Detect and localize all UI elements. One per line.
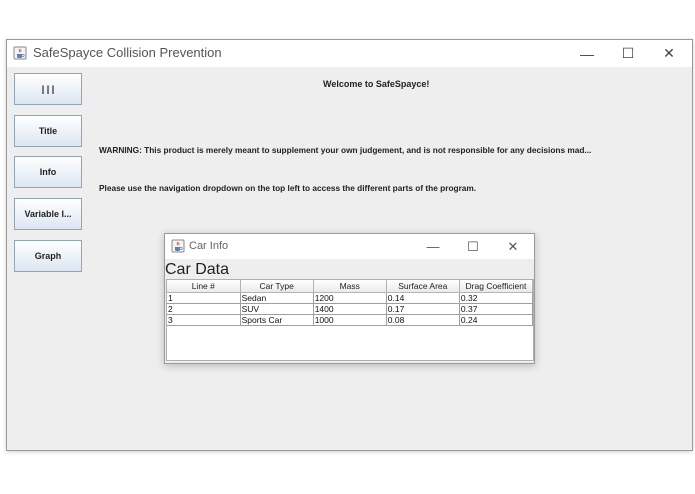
table-cell[interactable]: 1 [167, 292, 241, 304]
variable-input-button[interactable]: Variable I... [14, 198, 82, 230]
table-header-row: Line # Car Type Mass Surface Area Drag C… [167, 280, 534, 293]
table-row[interactable]: 1 Sedan 1200 0.14 0.32 [167, 292, 534, 304]
car-data-table[interactable]: Line # Car Type Mass Surface Area Drag C… [167, 280, 534, 326]
dialog-close-button[interactable]: ✕ [493, 234, 533, 259]
info-button[interactable]: Info [14, 156, 82, 188]
table-cell[interactable]: 0.08 [386, 314, 460, 326]
column-header[interactable]: Surface Area [386, 280, 460, 293]
minimize-icon: — [580, 45, 594, 62]
maximize-icon: ☐ [621, 45, 635, 61]
dialog-body: Car Data Line # Car Type Mass Surface Ar… [165, 259, 534, 363]
warning-text: WARNING: This product is merely meant to… [99, 145, 592, 155]
table-cell[interactable]: 0.37 [459, 303, 534, 315]
welcome-text: Welcome to SafeSpayce! [323, 79, 430, 89]
column-header[interactable]: Car Type [240, 280, 314, 293]
title-button[interactable]: Title [14, 115, 82, 147]
window-title: SafeSpayce Collision Prevention [33, 45, 222, 60]
dialog-minimize-button[interactable]: — [413, 234, 453, 259]
dialog-title: Car Info [189, 240, 229, 252]
table-cell[interactable]: 3 [167, 314, 241, 326]
table-cell[interactable]: 2 [167, 303, 241, 315]
dialog-maximize-button[interactable]: ☐ [453, 234, 493, 259]
close-icon: ✕ [663, 45, 675, 61]
table-row[interactable]: 3 Sports Car 1000 0.08 0.24 [167, 314, 534, 326]
table-cell[interactable]: Sports Car [240, 314, 314, 326]
column-header[interactable]: Mass [313, 280, 387, 293]
dialog-title-bar[interactable]: Car Info — ☐ ✕ [165, 234, 534, 259]
close-icon: ✕ [507, 238, 519, 254]
minimize-icon: — [426, 239, 440, 254]
maximize-icon: ☐ [467, 238, 479, 254]
car-data-table-container[interactable]: Line # Car Type Mass Surface Area Drag C… [166, 279, 534, 361]
car-info-dialog: Car Info — ☐ ✕ Car Data Line # Car Type … [164, 233, 535, 364]
table-cell[interactable]: 0.32 [459, 292, 534, 304]
title-bar[interactable]: SafeSpayce Collision Prevention — ☐ ✕ [7, 40, 692, 67]
menu-button[interactable]: | | | [14, 73, 82, 105]
table-cell[interactable]: 1000 [313, 314, 387, 326]
maximize-button[interactable]: ☐ [607, 40, 649, 67]
close-button[interactable]: ✕ [648, 40, 690, 67]
column-header[interactable]: Line # [167, 280, 241, 293]
java-cup-icon [171, 239, 185, 253]
graph-button[interactable]: Graph [14, 240, 82, 272]
table-cell[interactable]: 0.24 [459, 314, 534, 326]
column-header[interactable]: Drag Coefficient [459, 280, 534, 293]
car-data-heading: Car Data [165, 261, 230, 278]
minimize-button[interactable]: — [566, 40, 608, 67]
table-cell[interactable]: 0.17 [386, 303, 460, 315]
table-cell[interactable]: SUV [240, 303, 314, 315]
table-cell[interactable]: Sedan [240, 292, 314, 304]
table-row[interactable]: 2 SUV 1400 0.17 0.37 [167, 303, 534, 315]
java-cup-icon [13, 46, 27, 60]
table-cell[interactable]: 1400 [313, 303, 387, 315]
navigation-help-text: Please use the navigation dropdown on th… [99, 183, 477, 193]
table-cell[interactable]: 1200 [313, 292, 387, 304]
table-cell[interactable]: 0.14 [386, 292, 460, 304]
